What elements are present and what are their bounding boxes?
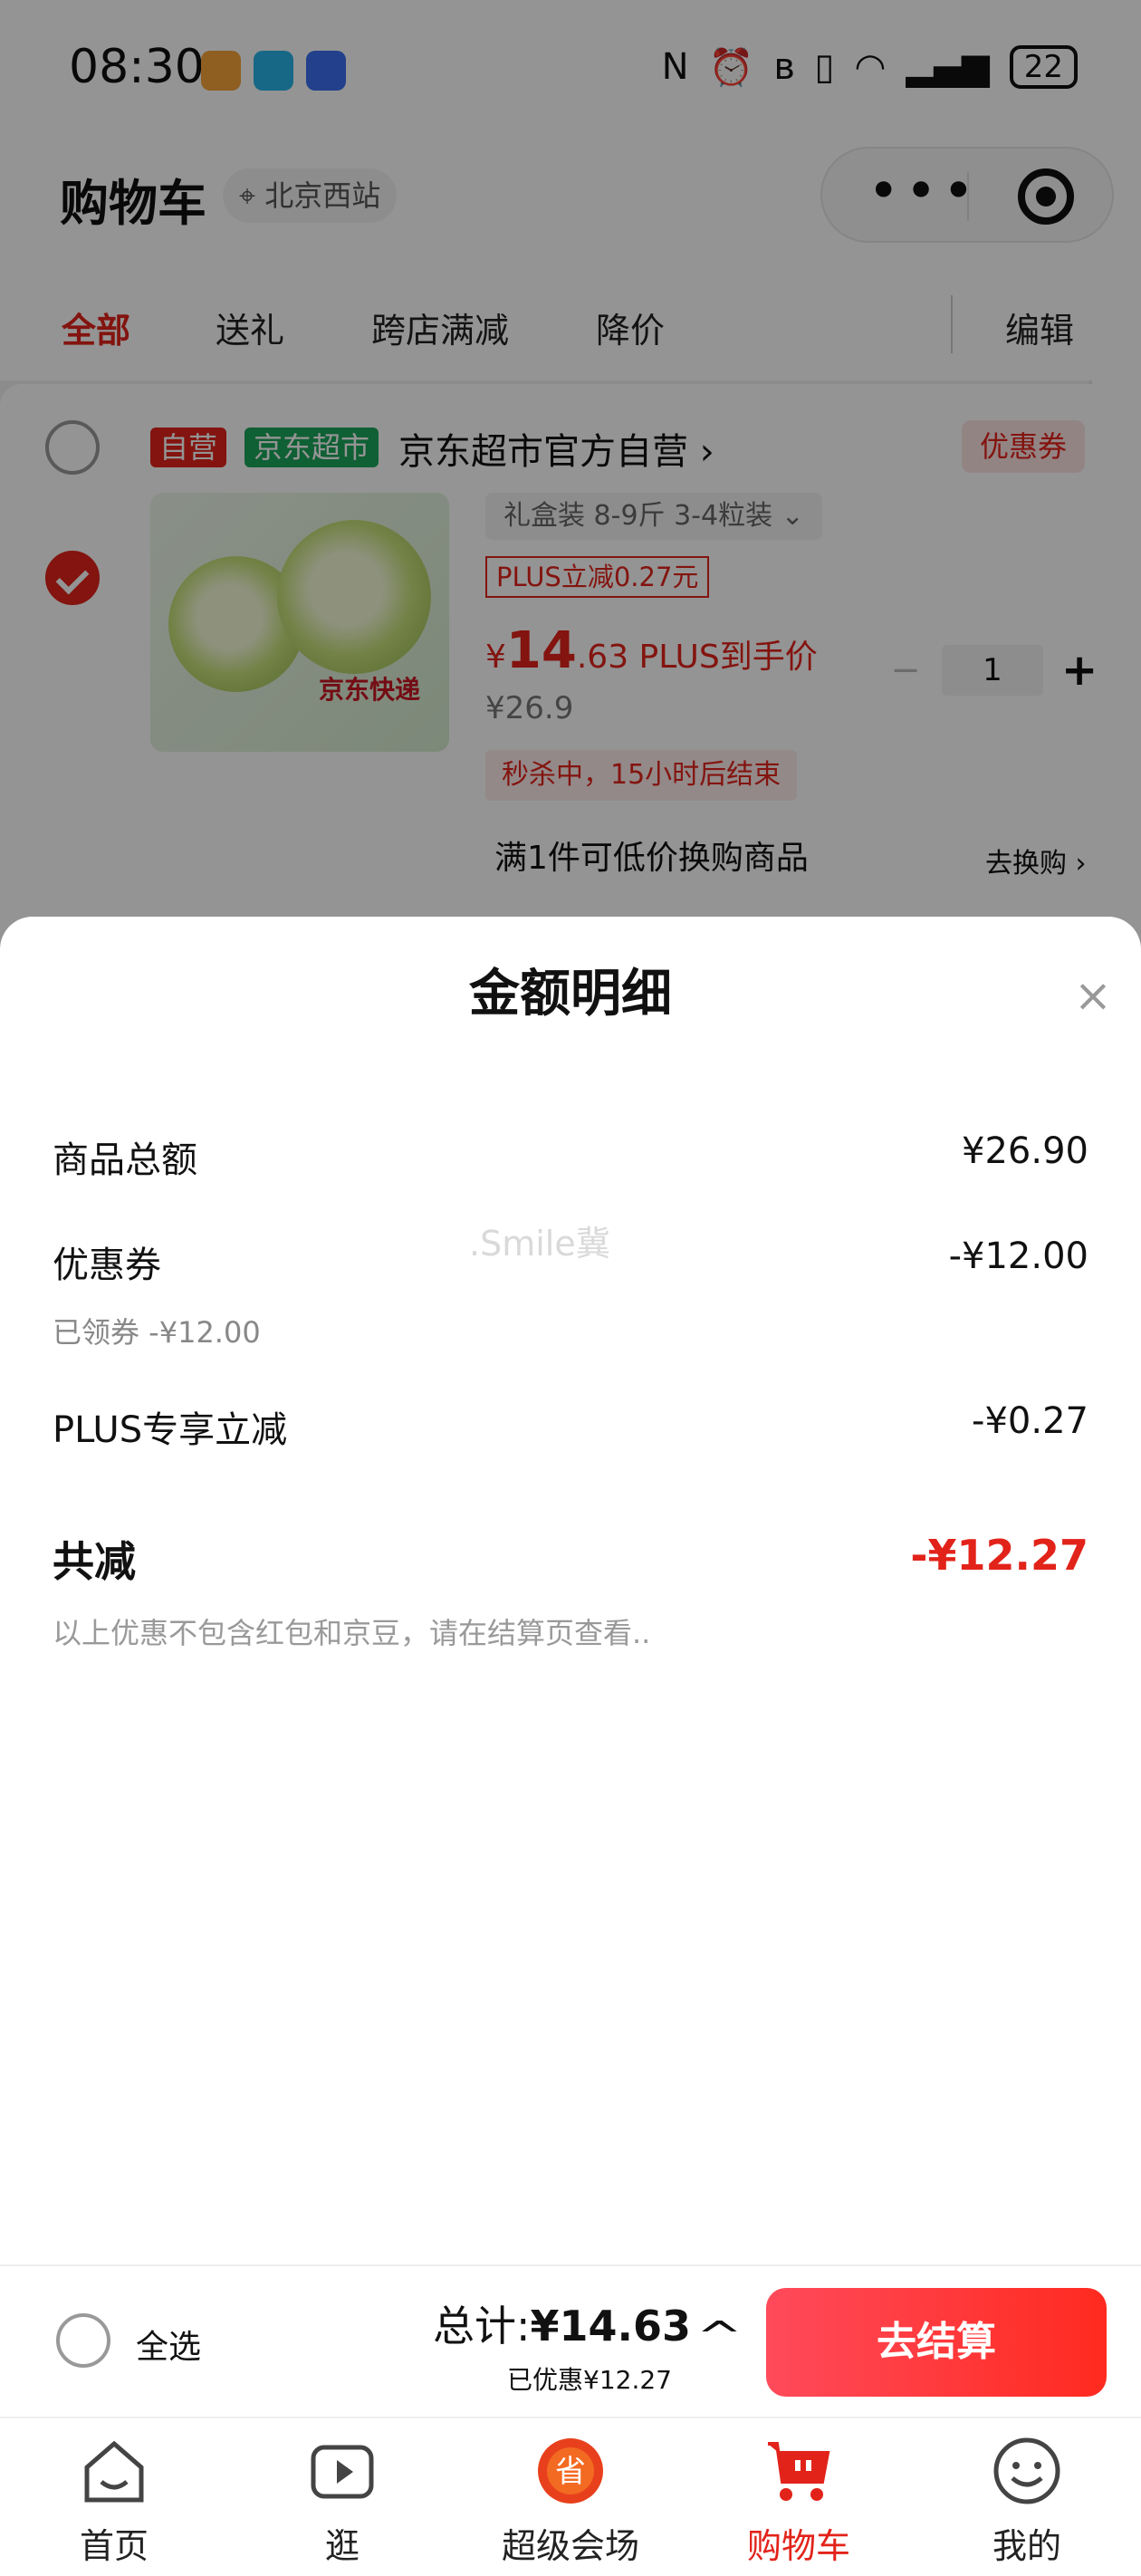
nav-browse-label: 逛 [324, 2526, 360, 2566]
svg-text:省: 省 [555, 2454, 586, 2490]
row-coupon-label: 优惠券 [53, 1245, 161, 1286]
nav-mine-label: 我的 [992, 2526, 1061, 2566]
row-plus-value: -¥0.27 [972, 1400, 1088, 1442]
nav-home-label: 首页 [79, 2526, 149, 2566]
nav-super-venue-label: 超级会场 [501, 2526, 639, 2566]
video-play-icon [311, 2445, 374, 2499]
total-discount-value: -¥12.27 [910, 1531, 1088, 1580]
row-coupon-sub: 已领券 -¥12.00 [53, 1315, 261, 1350]
chevron-up-icon[interactable]: ^ [696, 2313, 743, 2360]
checkout-total: 总计:¥14.63 [433, 2293, 691, 2353]
watermark-text: .Smile冀 [469, 1224, 610, 1264]
total-amount: ¥14.63 [530, 2302, 692, 2350]
row-goods-total-label: 商品总额 [53, 1139, 197, 1181]
bottom-nav: 首页 逛 省 超级会场 购物车 我的 [0, 2417, 1141, 2576]
checkout-discount: 已优惠¥12.27 [507, 2365, 672, 2395]
checkout-bar: 全选 总计:¥14.63 已优惠¥12.27 ^ 去结算 [0, 2264, 1141, 2417]
row-goods-total-value: ¥26.90 [962, 1130, 1088, 1172]
sheet-title: 金额明细 [469, 965, 672, 1024]
total-prefix: 总计: [433, 2302, 531, 2350]
smiley-profile-icon [993, 2437, 1060, 2504]
nav-cart[interactable]: 购物车 [685, 2418, 913, 2576]
nav-cart-label: 购物车 [746, 2526, 850, 2566]
select-all-radio[interactable] [56, 2313, 110, 2368]
nav-home[interactable]: 首页 [0, 2418, 228, 2576]
close-icon[interactable]: × [1074, 973, 1112, 1018]
select-all-label[interactable]: 全选 [136, 2321, 201, 2368]
discount-note: 以上优惠不包含红包和京豆，请在结算页查看.. [53, 1616, 651, 1650]
super-venue-icon: 省 [538, 2438, 603, 2504]
row-plus-label: PLUS专享立减 [53, 1409, 288, 1451]
nav-browse[interactable]: 逛 [228, 2418, 456, 2576]
total-discount-label: 共减 [53, 1537, 136, 1586]
row-coupon-value: -¥12.00 [948, 1235, 1088, 1277]
nav-mine[interactable]: 我的 [913, 2418, 1141, 2576]
checkout-button[interactable]: 去结算 [766, 2288, 1107, 2397]
cart-icon [768, 2442, 830, 2501]
nav-super-venue[interactable]: 省 超级会场 [456, 2418, 685, 2576]
home-icon [84, 2440, 144, 2503]
